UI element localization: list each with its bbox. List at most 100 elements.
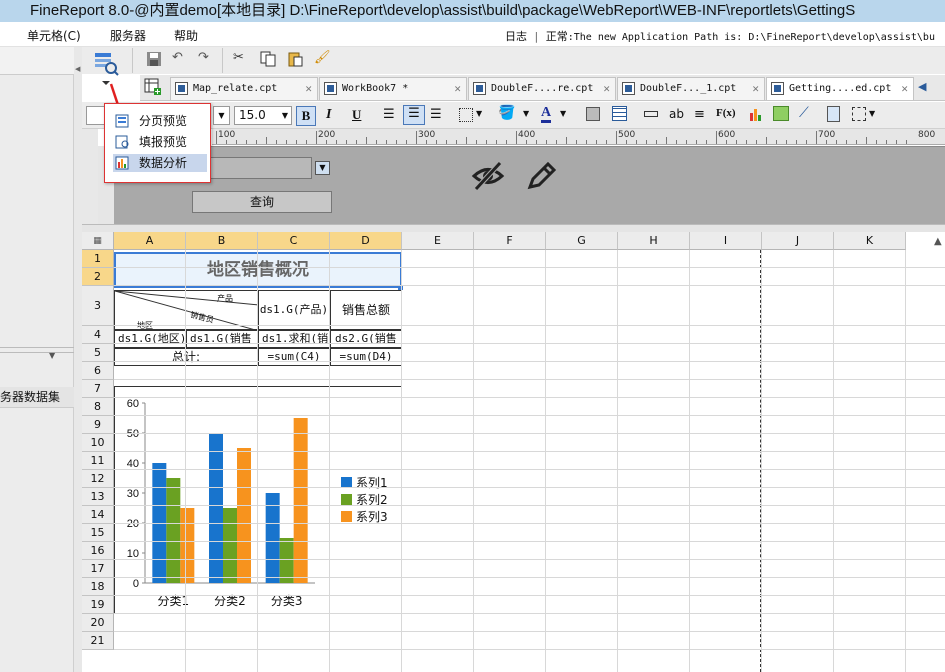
report-title-cell[interactable]: 地区销售概况	[114, 252, 402, 288]
collapse-left-icon[interactable]: ◀	[75, 65, 80, 73]
scroll-left-icon[interactable]: ◀	[918, 80, 926, 93]
tab-workbook7[interactable]: WorkBook7 * ✕	[319, 77, 467, 100]
column-header-i[interactable]: I	[690, 232, 762, 250]
page-preview-item[interactable]: 分页预览	[113, 112, 207, 130]
scroll-up-icon[interactable]: ▲	[934, 236, 942, 247]
row-header-2[interactable]: 2	[82, 268, 114, 286]
sub-report-icon[interactable]	[827, 106, 840, 122]
cell-c3[interactable]: ds1.G(产品)	[258, 290, 330, 330]
cell-total-label[interactable]: 总计:	[114, 348, 258, 366]
tab-map-relate[interactable]: Map_relate.cpt ✕	[170, 77, 318, 100]
save-icon[interactable]	[146, 51, 162, 71]
slash-header-cell[interactable]: 产品 销售员 地区	[114, 290, 259, 331]
bar-chart[interactable]: 0 10 20 30 40 50 60 分类1 分类2 分类3 系列1 系列2 系列3	[114, 386, 402, 614]
log-link[interactable]: 日志	[505, 30, 527, 43]
tab-doublef-re[interactable]: DoubleF....re.cpt ✕	[468, 77, 616, 100]
chart-insert-icon[interactable]	[749, 106, 764, 122]
row-header-18[interactable]: 18	[82, 578, 114, 596]
row-header-1[interactable]: 1	[82, 250, 114, 268]
new-report-icon[interactable]	[144, 78, 162, 96]
menu-help[interactable]: 帮助	[174, 27, 198, 44]
row-header-14[interactable]: 14	[82, 506, 114, 524]
redo-icon[interactable]: ↷	[198, 50, 209, 65]
text-field-icon[interactable]	[644, 111, 658, 117]
row-header-5[interactable]: 5	[82, 344, 114, 362]
ab-text-icon[interactable]: ab	[669, 107, 684, 121]
cell-d5[interactable]: =sum(D4)	[330, 348, 402, 366]
column-header-h[interactable]: H	[618, 232, 690, 250]
column-header-f[interactable]: F	[474, 232, 546, 250]
align-center-icon[interactable]: ☰	[403, 105, 425, 125]
cell-d3[interactable]: 销售总额	[330, 290, 402, 330]
cell-b4[interactable]: ds1.G(销售	[186, 330, 258, 348]
edit-parameter-icon[interactable]	[524, 159, 558, 193]
chevron-down-icon[interactable]: ▼	[869, 109, 875, 118]
merge-cells-icon[interactable]	[586, 107, 600, 121]
bold-button[interactable]: B	[296, 106, 316, 126]
close-tab-icon[interactable]: ✕	[305, 78, 312, 100]
row-header-20[interactable]: 20	[82, 614, 114, 632]
close-tab-icon[interactable]: ✕	[603, 78, 610, 100]
row-header-8[interactable]: 8	[82, 398, 114, 416]
row-header-11[interactable]: 11	[82, 452, 114, 470]
format-painter-icon[interactable]: 🖌	[314, 50, 331, 65]
menu-cell[interactable]: 单元格(C)	[27, 27, 81, 44]
cut-icon[interactable]: ✂	[233, 50, 244, 65]
row-header-12[interactable]: 12	[82, 470, 114, 488]
column-header-c[interactable]: C	[258, 232, 330, 250]
cell-c5[interactable]: =sum(C4)	[258, 348, 330, 366]
preview-icon[interactable]	[92, 51, 119, 86]
column-header-b[interactable]: B	[186, 232, 258, 250]
tab-doublef-1[interactable]: DoubleF..._1.cpt ✕	[617, 77, 765, 100]
column-header-e[interactable]: E	[402, 232, 474, 250]
row-header-9[interactable]: 9	[82, 416, 114, 434]
more-options-icon[interactable]	[852, 107, 866, 121]
tab-getting-started[interactable]: Getting....ed.cpt ✕	[766, 77, 914, 100]
row-header-21[interactable]: 21	[82, 632, 114, 650]
close-tab-icon[interactable]: ✕	[901, 78, 908, 100]
row-header-13[interactable]: 13	[82, 488, 114, 506]
row-header-3[interactable]: 3	[82, 286, 114, 326]
cell-a4[interactable]: ds1.G(地区)	[114, 330, 186, 348]
align-right-icon[interactable]: ☰	[430, 107, 442, 122]
cell-c4[interactable]: ds1.求和(销	[258, 330, 330, 348]
font-size-select[interactable]: 15.0 ▼	[234, 106, 292, 125]
row-header-19[interactable]: 19	[82, 596, 114, 614]
wrap-text-icon[interactable]: ≡	[694, 107, 705, 122]
select-all-icon[interactable]: ▦	[82, 232, 114, 250]
close-tab-icon[interactable]: ✕	[752, 78, 759, 100]
query-button[interactable]: 查询	[192, 191, 332, 213]
column-header-k[interactable]: K	[834, 232, 906, 250]
row-header-17[interactable]: 17	[82, 560, 114, 578]
underline-button[interactable]: U	[352, 107, 361, 123]
server-dataset-label[interactable]: 务器数据集	[0, 387, 74, 408]
panel-splitter[interactable]: ◀	[74, 47, 82, 672]
font-color-icon[interactable]: A	[541, 105, 552, 123]
formula-icon[interactable]: F(x)	[716, 107, 736, 119]
column-header-g[interactable]: G	[546, 232, 618, 250]
hide-parameter-icon[interactable]	[470, 159, 508, 193]
paste-icon[interactable]	[287, 51, 303, 71]
font-name-select[interactable]	[86, 106, 106, 125]
row-header-6[interactable]: 6	[82, 362, 114, 380]
close-tab-icon[interactable]: ✕	[454, 78, 461, 100]
chevron-down-icon[interactable]: ▼	[560, 109, 566, 118]
italic-button[interactable]: I	[326, 107, 331, 123]
row-header-16[interactable]: 16	[82, 542, 114, 560]
align-left-icon[interactable]: ☰	[383, 107, 395, 122]
image-insert-icon[interactable]	[773, 106, 789, 121]
collapse-arrow-icon[interactable]: ▼	[49, 351, 55, 360]
fill-preview-item[interactable]: 填报预览	[113, 133, 207, 151]
font-name-dropdown-icon[interactable]: ▼	[213, 106, 230, 125]
column-header-j[interactable]: J	[762, 232, 834, 250]
column-header-a[interactable]: A	[114, 232, 186, 250]
column-header-d[interactable]: D	[330, 232, 402, 250]
row-header-4[interactable]: 4	[82, 326, 114, 344]
row-header-10[interactable]: 10	[82, 434, 114, 452]
copy-icon[interactable]	[260, 51, 276, 71]
data-analysis-item[interactable]: 数据分析	[113, 154, 207, 172]
chevron-down-icon[interactable]: ▼	[523, 109, 529, 118]
row-header-7[interactable]: 7	[82, 380, 114, 398]
parameter-dropdown-icon[interactable]: ▼	[315, 161, 330, 175]
fill-color-icon[interactable]: 🪣	[498, 105, 515, 121]
